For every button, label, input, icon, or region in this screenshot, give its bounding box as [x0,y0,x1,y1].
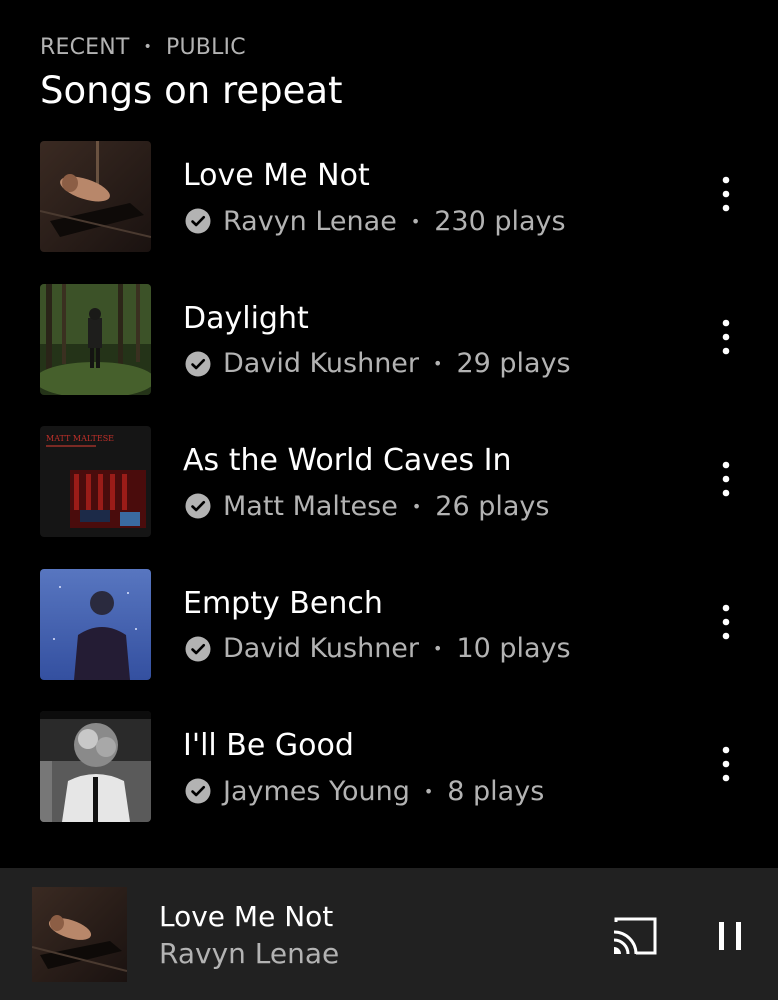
song-title: Empty Bench [183,585,383,621]
artist-name[interactable]: David Kushner [223,633,419,664]
kicker-recent: RECENT [40,34,130,60]
section-kicker: RECENT • PUBLIC [40,33,343,61]
check-circle-icon [185,208,211,234]
kicker-separator: • [143,39,153,55]
more-vertical-icon[interactable] [710,174,742,218]
section-title: Songs on repeat [40,69,343,112]
more-vertical-icon[interactable] [710,459,742,503]
song-meta: Ravyn Lenae • 230 plays [185,204,566,238]
now-playing-title: Love Me Not [159,900,334,933]
artist-name[interactable]: Matt Maltese [223,491,398,522]
album-art [40,283,151,395]
song-list: Love Me Not Ravyn Lenae • 230 plays Dayl… [0,140,778,853]
song-row[interactable]: Daylight David Kushner • 29 plays [0,283,778,426]
more-vertical-icon[interactable] [710,602,742,646]
meta-separator: • [410,211,421,231]
kicker-public: PUBLIC [166,34,246,60]
song-row[interactable]: I'll Be Good Jaymes Young • 8 plays [0,710,778,853]
song-title: Daylight [183,300,309,336]
meta-separator: • [433,354,443,373]
section-header: RECENT • PUBLIC Songs on repeat [40,33,343,113]
cover-text: MATT MALTESE [46,434,114,443]
artist-name[interactable]: David Kushner [223,348,419,379]
song-meta: David Kushner • 10 plays [185,632,571,666]
more-vertical-icon[interactable] [710,317,742,361]
cast-icon[interactable] [612,916,658,956]
song-title: Love Me Not [183,158,370,193]
play-count: 10 plays [456,633,571,664]
artist-name[interactable]: Ravyn Lenae [223,206,397,237]
pause-icon[interactable] [716,918,744,954]
song-row[interactable]: Love Me Not Ravyn Lenae • 230 plays [0,140,778,283]
play-count: 26 plays [435,490,550,522]
more-vertical-icon[interactable] [710,744,742,788]
play-count: 8 plays [447,775,545,807]
check-circle-icon [185,778,211,804]
album-art [40,568,151,680]
check-circle-icon [185,636,211,661]
song-title: I'll Be Good [183,728,354,763]
check-circle-icon [185,351,211,376]
now-playing-artist: Ravyn Lenae [159,937,340,970]
album-art [40,711,151,822]
album-art [40,141,151,252]
check-circle-icon [185,493,211,519]
meta-separator: • [411,496,422,516]
song-meta: Matt Maltese • 26 plays [185,489,549,523]
artist-name[interactable]: Jaymes Young [223,776,410,807]
meta-separator: • [433,639,443,658]
song-row[interactable]: Empty Bench David Kushner • 10 plays [0,568,778,711]
album-art: MATT MALTESE [40,426,151,537]
now-playing-art [32,887,127,982]
meta-separator: • [423,781,434,801]
song-meta: David Kushner • 29 plays [185,347,571,381]
mini-player[interactable]: Love Me Not Ravyn Lenae [0,868,778,1000]
song-title: As the World Caves In [183,443,512,478]
song-meta: Jaymes Young • 8 plays [185,774,544,808]
play-count: 230 plays [434,205,566,237]
play-count: 29 plays [456,348,571,379]
song-row[interactable]: MATT MALTESE As the World Caves In Matt … [0,425,778,568]
